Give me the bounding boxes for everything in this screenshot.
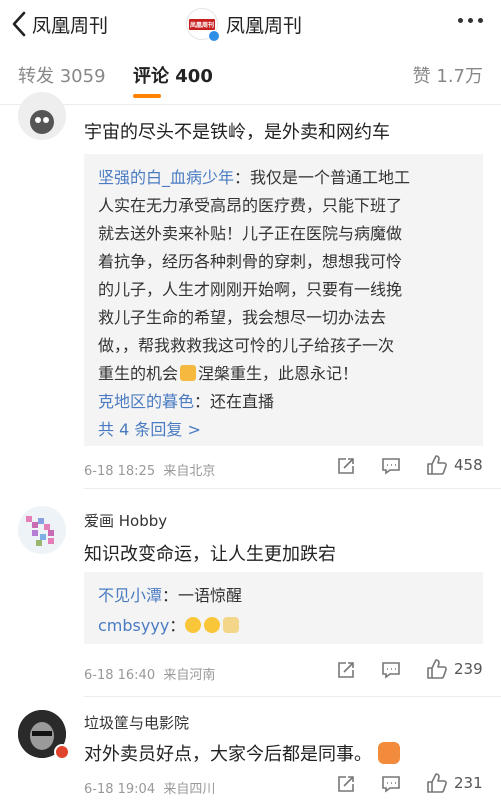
logo-icon: 凤凰周刊 xyxy=(189,18,215,30)
laugh-cry-emoji-icon xyxy=(204,617,221,633)
reply-line: 的儿子，人生才刚刚开始啊，只要有一线挽 xyxy=(98,280,403,299)
reply-line: 克地区的暮色：还在直播 xyxy=(98,392,275,411)
doge-emoji-icon xyxy=(223,617,240,633)
repost-icon xyxy=(338,662,354,678)
page-title: 凤凰周刊 xyxy=(226,14,303,37)
comment-text: 宇宙的尽头不是铁岭，是外卖和网约车 xyxy=(84,122,390,143)
reply-line: 坚强的白_血病少年：我仅是一个普通工地工 xyxy=(98,168,411,187)
comment-item: 爱画 Hobby 知识改变命运，让人生更加跌宕 不见小潭：一语惊醒 cmbsyy… xyxy=(0,488,501,696)
badge-icon xyxy=(54,744,70,760)
laugh-cry-emoji-icon xyxy=(185,617,202,633)
tab-repost[interactable]: 转发 3059 xyxy=(18,62,106,88)
reply-box[interactable]: 不见小潭：一语惊醒 cmbsyyy： xyxy=(84,572,483,644)
repost-button[interactable] xyxy=(336,774,356,794)
tab-likes[interactable]: 赞 1.7万 xyxy=(413,62,483,88)
back-label: 凤凰周刊 xyxy=(32,14,109,37)
thumbs-up-icon xyxy=(427,773,447,793)
avatar-image xyxy=(18,92,66,140)
nav-bar: 凤凰周刊 凤凰周刊 凤凰周刊 xyxy=(0,0,501,50)
tab-comments[interactable]: 评论 400 xyxy=(133,62,213,88)
active-tab-indicator xyxy=(133,94,161,98)
nav-account[interactable]: 凤凰周刊 凤凰周刊 xyxy=(186,8,303,42)
comment-item: 宇宙的尽头不是铁岭，是外卖和网约车 坚强的白_血病少年：我仅是一个普通工地工 人… xyxy=(0,92,501,488)
reply-line: 人实在无力承受高昂的医疗费，只能下班了 xyxy=(98,196,403,215)
avatar[interactable] xyxy=(18,506,66,554)
reply-username[interactable]: 坚强的白_血病少年 xyxy=(98,168,234,187)
repost-icon xyxy=(338,776,354,792)
like-button[interactable]: 239 xyxy=(426,658,483,680)
repost-icon xyxy=(338,458,354,474)
like-button[interactable]: 231 xyxy=(426,772,483,794)
comment-icon xyxy=(382,662,400,679)
reply-line: 救儿子生命的希望，我会想尽一切办法去 xyxy=(98,308,387,327)
comment-button[interactable] xyxy=(381,456,401,476)
comment-meta: 6-18 19:04 来自四川 xyxy=(84,782,216,797)
like-count: 239 xyxy=(454,660,483,678)
thumbs-up-icon xyxy=(427,455,447,475)
like-count: 231 xyxy=(454,774,483,792)
reply-line: 着抗争，经历各种刺骨的穿刺，想想我可怜 xyxy=(98,252,403,271)
more-replies-link[interactable]: 共 4 条回复 > xyxy=(98,416,201,440)
like-count: 458 xyxy=(454,456,483,474)
account-avatar: 凤凰周刊 xyxy=(186,8,220,42)
username[interactable]: 垃圾筐与电影院 xyxy=(84,712,189,733)
comment-meta: 6-18 18:25 来自北京 xyxy=(84,464,216,479)
username[interactable]: 爱画 Hobby xyxy=(84,510,167,531)
comment-button[interactable] xyxy=(381,774,401,794)
repost-button[interactable] xyxy=(336,456,356,476)
more-dots-icon[interactable] xyxy=(458,18,483,23)
avatar[interactable] xyxy=(18,92,66,140)
reply-line: cmbsyyy： xyxy=(98,612,240,636)
pray-emoji-icon xyxy=(180,365,197,381)
comment-button[interactable] xyxy=(381,660,401,680)
avatar-image xyxy=(18,506,66,554)
comment-icon xyxy=(382,776,400,793)
like-button[interactable]: 458 xyxy=(426,454,483,476)
tab-bar: 转发 3059 评论 400 赞 1.7万 xyxy=(0,62,501,102)
reply-line: 不见小潭：一语惊醒 xyxy=(98,586,243,605)
comment-text: 对外卖员好点，大家今后都是同事。 xyxy=(84,740,400,766)
comment-meta: 6-18 16:40 来自河南 xyxy=(84,668,216,683)
reply-username[interactable]: 克地区的暮色 xyxy=(98,392,194,411)
chevron-left-icon xyxy=(12,11,26,37)
reply-line: 重生的机会 涅槃重生，此恩永记！ xyxy=(98,364,359,383)
reply-box[interactable]: 坚强的白_血病少年：我仅是一个普通工地工 人实在无力承受高昂的医疗费，只能下班了… xyxy=(84,154,483,446)
comment-text: 知识改变命运，让人生更加跌宕 xyxy=(84,544,336,565)
clap-emoji-icon xyxy=(378,742,400,764)
reply-username[interactable]: 不见小潭 xyxy=(98,586,162,605)
back-button[interactable]: 凤凰周刊 xyxy=(10,9,108,39)
reply-line: 做，，帮我救救我这可怜的儿子给孩子一次 xyxy=(98,336,395,355)
comment-item: 垃圾筐与电影院 对外卖员好点，大家今后都是同事。 6-18 19:04 来自四川… xyxy=(0,696,501,800)
repost-button[interactable] xyxy=(336,660,356,680)
reply-line: 就去送外卖来补贴！儿子正在医院与病魔做 xyxy=(98,224,403,243)
comment-icon xyxy=(382,458,400,475)
thumbs-up-icon xyxy=(427,659,447,679)
verified-badge-icon xyxy=(208,30,220,42)
reply-username[interactable]: cmbsyyy xyxy=(98,616,169,635)
